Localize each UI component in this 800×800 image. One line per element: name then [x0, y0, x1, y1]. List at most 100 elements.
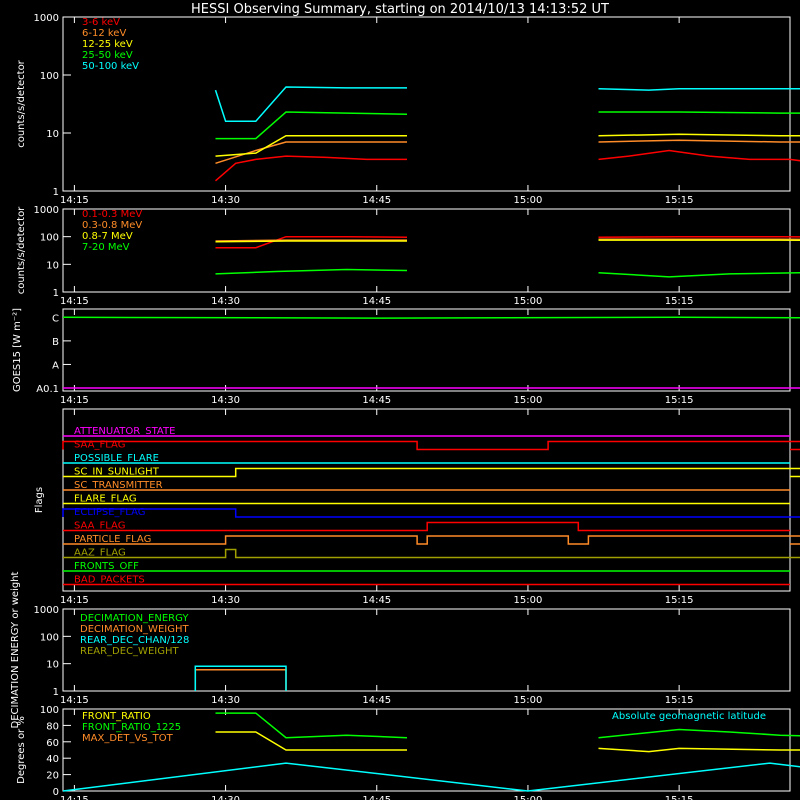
series-line-50-100-kev	[598, 87, 800, 91]
series-line-front-ratio	[598, 747, 800, 753]
y-axis-label: Degrees or %	[16, 716, 27, 784]
flag-label: BAD_PACKETS	[74, 575, 145, 586]
flag-label: FRONTS_OFF	[74, 561, 139, 572]
y-tick-label: 100	[40, 71, 59, 82]
series-line-6-12-kev	[598, 139, 800, 143]
y-tick-label: 100	[40, 632, 59, 643]
flag-label: SC_TRANSMITTER	[74, 480, 163, 491]
y-tick-label: 1000	[34, 205, 59, 216]
flag-label: FLARE_FLAG	[74, 494, 137, 505]
x-tick-label: 15:15	[665, 195, 694, 206]
x-tick-label: 14:45	[362, 795, 391, 800]
x-tick-label: 15:00	[514, 795, 543, 800]
flag-label: ECLIPSE_FLAG	[74, 507, 145, 518]
y-tick-label: 0	[53, 787, 59, 798]
x-tick-label: 15:15	[665, 695, 694, 706]
flag-line-saa-flag	[63, 521, 790, 532]
y-tick-label: 1	[53, 288, 59, 299]
y-tick-label: 100	[40, 233, 59, 244]
legend-entry: REAR_DEC_CHAN/128	[80, 635, 189, 646]
y-tick-label: 1000	[34, 605, 59, 616]
x-tick-label: 14:15	[60, 395, 89, 406]
x-tick-label: 14:45	[362, 595, 391, 606]
x-tick-label: 14:30	[211, 595, 240, 606]
legend-entry: 7-20 MeV	[82, 242, 130, 253]
panel-goes: 14:1514:3014:4515:0015:1515:3015:45A0.1A…	[12, 308, 800, 406]
series-line-12-25-kev	[598, 133, 800, 137]
legend-entry: 25-50 keV	[82, 50, 133, 61]
series-line-front-ratio-1225	[598, 728, 800, 739]
series-line-3-6-kev	[598, 149, 800, 162]
legend-entry: 12-25 keV	[82, 39, 133, 50]
x-tick-label: 14:45	[362, 695, 391, 706]
y-tick-label: 10	[46, 260, 59, 271]
y-tick-label: C	[52, 313, 59, 324]
series-line-25-50-kev	[215, 111, 408, 140]
series-line-7-20-mev	[598, 271, 800, 278]
legend-entry: FRONT_RATIO	[82, 711, 151, 722]
chart-title: HESSI Observing Summary, starting on 201…	[191, 2, 609, 17]
y-axis-label: counts/s/detector	[16, 206, 27, 294]
legend-entry: MAX_DET_VS_TOT	[82, 733, 174, 744]
legend-entry: 0.8-7 MeV	[82, 231, 133, 242]
series-line-3-6-kev	[215, 155, 407, 182]
series-line-7-20-mev	[215, 268, 408, 275]
x-tick-label: 15:15	[665, 795, 694, 800]
x-tick-label: 14:15	[60, 296, 89, 307]
y-tick-label: A	[52, 360, 59, 371]
panel-count-rates-low: 14:1514:3014:4515:0015:1515:3015:4511010…	[16, 13, 800, 206]
flag-line-aaz-flag	[63, 548, 800, 559]
y-tick-label: B	[52, 337, 59, 348]
flag-label: SAA_FLAG	[74, 440, 125, 451]
panel-count-rates-high: 14:1514:3014:4515:0015:1515:3015:4511010…	[16, 205, 800, 307]
series-line-front-ratio-1225	[215, 712, 408, 739]
flag-line-sc-in-sunlight	[63, 467, 800, 478]
x-tick-label: 14:15	[60, 795, 89, 800]
x-tick-label: 14:15	[60, 695, 89, 706]
y-axis-label: DECIMATION ENERGY or weight	[10, 571, 21, 728]
legend-entry: DECIMATION_ENERGY	[80, 613, 189, 624]
panel-flags: 14:1514:3014:4515:0015:1515:3015:45ATTEN…	[34, 408, 800, 606]
series-line-0-8-7-mev	[598, 239, 800, 241]
x-tick-label: 15:00	[514, 595, 543, 606]
x-tick-label: 14:45	[362, 195, 391, 206]
y-tick-label: A0.1	[36, 384, 59, 395]
y-tick-label: 10	[46, 660, 59, 671]
y-tick-label: 1	[53, 687, 59, 698]
series-line-goes-1-8-a	[62, 316, 800, 319]
x-tick-label: 14:45	[362, 395, 391, 406]
panel-frame	[62, 308, 791, 392]
x-tick-label: 14:30	[211, 795, 240, 800]
y-tick-label: 10	[46, 129, 59, 140]
x-tick-label: 14:30	[211, 695, 240, 706]
x-tick-label: 15:00	[514, 395, 543, 406]
chart-panels: 14:1514:3014:4515:0015:1515:3015:4511010…	[10, 13, 800, 800]
legend-entry: REAR_DEC_WEIGHT	[80, 646, 179, 657]
series-line-absolute-geomagnetic-latitude	[62, 762, 800, 792]
x-tick-label: 14:30	[211, 195, 240, 206]
x-tick-label: 15:15	[665, 395, 694, 406]
legend-entry: 50-100 keV	[82, 61, 139, 72]
flag-line-eclipse-flag	[62, 508, 800, 518]
y-tick-label: 100	[40, 705, 59, 716]
hessi-summary-chart: HESSI Observing Summary, starting on 201…	[10, 2, 800, 800]
legend-entry: DECIMATION_WEIGHT	[80, 624, 189, 635]
series-line-0-8-7-mev	[215, 240, 407, 243]
y-axis-label: Flags	[34, 487, 45, 513]
x-tick-label: 14:30	[211, 395, 240, 406]
panel-frame	[62, 16, 791, 192]
x-tick-label: 14:15	[60, 595, 89, 606]
series-line-0-1-0-3-mev	[598, 235, 800, 239]
flag-label: SAA_FLAG	[74, 521, 125, 532]
series-line-decimation-weight	[194, 668, 287, 691]
panel-frame	[62, 208, 791, 293]
legend-entry: 6-12 keV	[82, 28, 126, 39]
flag-label: AAZ_FLAG	[74, 548, 126, 559]
series-line-50-100-kev	[214, 86, 407, 122]
y-tick-label: 1	[53, 187, 59, 198]
x-tick-label: 14:30	[211, 296, 240, 307]
y-tick-label: 20	[46, 771, 59, 782]
x-tick-label: 15:15	[665, 296, 694, 307]
series-line-front-ratio	[215, 731, 407, 751]
x-tick-label: 15:00	[514, 296, 543, 307]
